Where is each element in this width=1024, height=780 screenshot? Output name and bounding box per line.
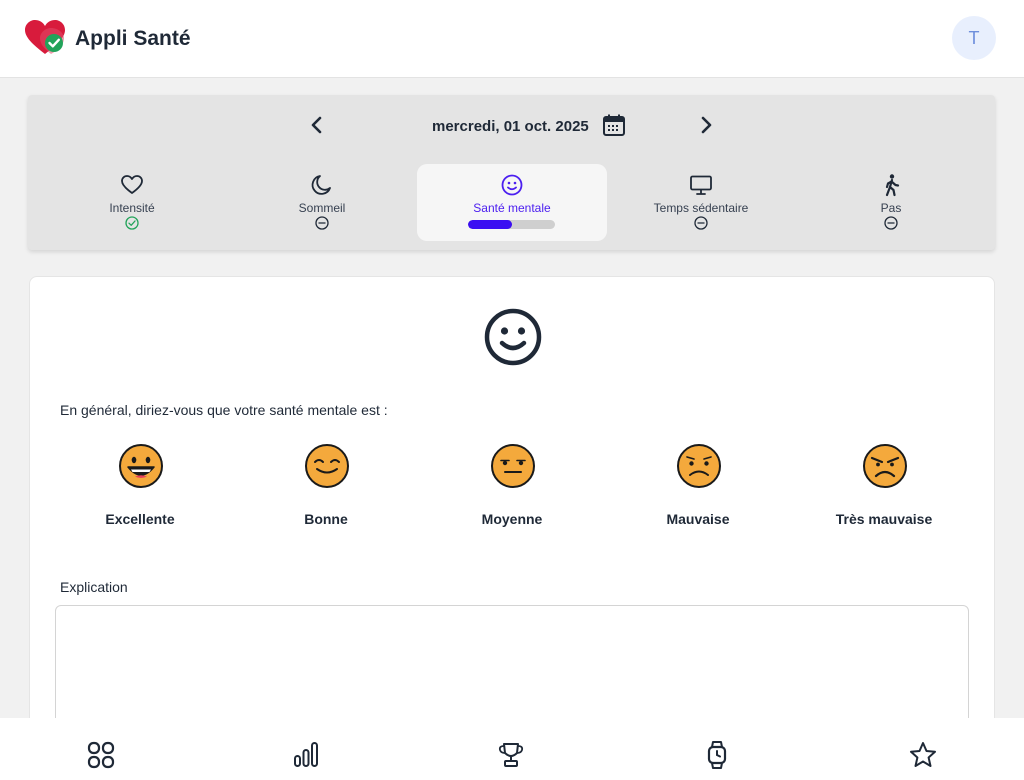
bar-chart-icon[interactable]: [291, 740, 321, 770]
watch-icon[interactable]: [702, 740, 732, 770]
tab-progress-fill: [468, 220, 512, 229]
grinning-face-icon: [119, 444, 163, 488]
walking-icon: [885, 174, 900, 197]
chevron-left-icon[interactable]: [305, 113, 329, 137]
smiley-icon: [501, 174, 523, 196]
top-app-bar: Appli Santé T: [0, 0, 1024, 78]
choice-tres-mauvaise[interactable]: Très mauvaise: [809, 443, 959, 533]
choice-label: Très mauvaise: [835, 511, 933, 527]
angry-face-icon: [863, 444, 907, 488]
choice-mauvaise[interactable]: Mauvaise: [623, 443, 773, 533]
explanation-textarea[interactable]: [55, 605, 969, 735]
unhappy-face-icon: [677, 444, 721, 488]
tab-label: Intensité: [109, 201, 155, 215]
tab-pas[interactable]: Pas: [796, 164, 986, 241]
user-avatar[interactable]: T: [952, 16, 996, 60]
tab-label: Temps sédentaire: [653, 201, 749, 215]
content-face-icon: [305, 444, 349, 488]
neutral-face-icon: [491, 444, 535, 488]
moon-icon: [311, 175, 331, 195]
tab-label: Santé mentale: [473, 201, 551, 215]
trophy-icon[interactable]: [496, 740, 526, 770]
tab-sommeil[interactable]: Sommeil: [227, 164, 417, 241]
question-text: En général, diriez-vous que votre santé …: [60, 402, 388, 418]
check-circle-icon: [125, 216, 139, 230]
monitor-icon: [690, 175, 712, 195]
date-tabs-panel: mercredi, 01 oct. 2025 Intensité Sommeil: [28, 95, 995, 250]
choice-label: Mauvaise: [666, 511, 730, 527]
bottom-nav: [0, 718, 1024, 780]
minus-circle-icon: [694, 216, 708, 230]
minus-circle-icon: [884, 216, 898, 230]
smiley-icon: [484, 308, 542, 366]
tab-temps-sedentaire[interactable]: Temps sédentaire: [606, 164, 796, 241]
heart-icon: [121, 175, 143, 194]
grid-icon[interactable]: [86, 740, 116, 770]
current-date: mercredi, 01 oct. 2025: [432, 118, 589, 135]
app-title: Appli Santé: [75, 27, 191, 50]
choice-bonne[interactable]: Bonne: [251, 443, 401, 533]
choice-excellente[interactable]: Excellente: [65, 443, 215, 533]
tab-label: Pas: [880, 201, 902, 215]
tab-sante-mentale[interactable]: Santé mentale: [417, 164, 607, 241]
choice-label: Bonne: [304, 511, 348, 527]
choice-moyenne[interactable]: Moyenne: [437, 443, 587, 533]
minus-circle-icon: [315, 216, 329, 230]
choice-label: Moyenne: [481, 511, 543, 527]
app-logo-icon: [25, 20, 65, 54]
explanation-label: Explication: [60, 579, 128, 595]
star-icon[interactable]: [908, 740, 938, 770]
tab-intensite[interactable]: Intensité: [37, 164, 227, 241]
question-card: En général, diriez-vous que votre santé …: [29, 276, 995, 746]
tab-progress-bar: [468, 220, 555, 229]
choice-label: Excellente: [105, 511, 175, 527]
tab-label: Sommeil: [298, 201, 346, 215]
calendar-icon[interactable]: [602, 113, 626, 137]
chevron-right-icon[interactable]: [694, 113, 718, 137]
